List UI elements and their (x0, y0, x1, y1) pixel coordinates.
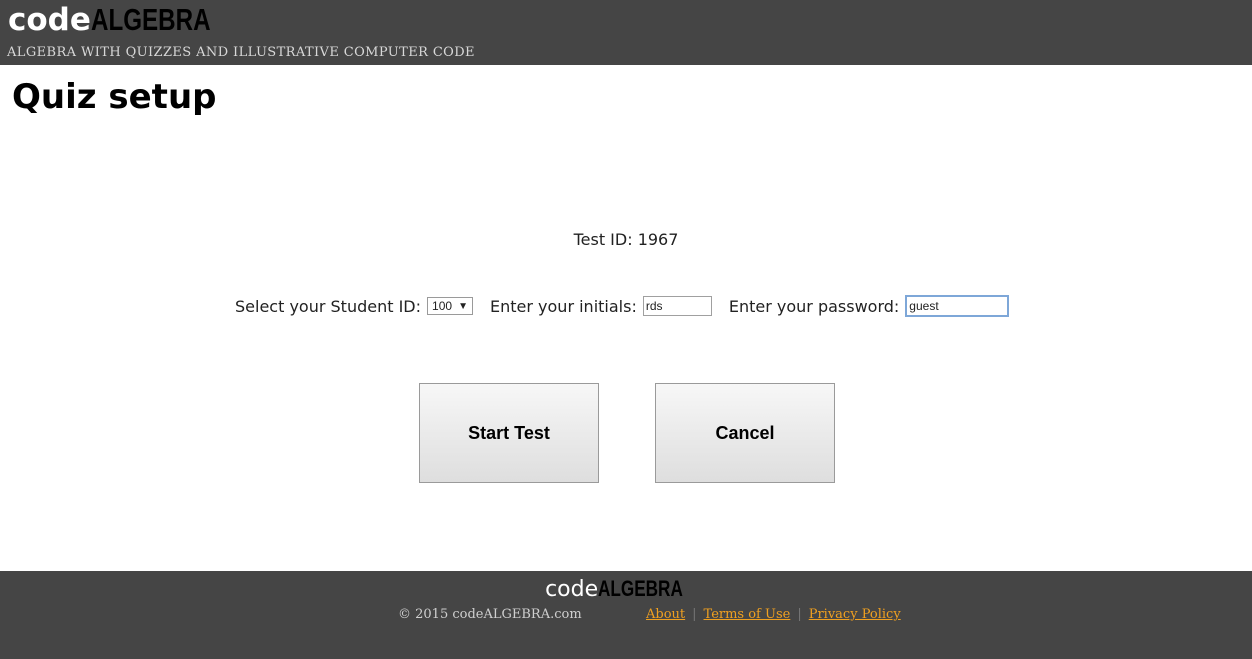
quiz-setup-form: Select your Student ID: 100 ▼ Enter your… (235, 295, 1010, 317)
footer-logo-code-text: code (545, 577, 599, 602)
site-footer: codeALGEBRA © 2015 codeALGEBRA.com About… (0, 571, 1252, 659)
site-logo[interactable]: codeALGEBRA (8, 2, 244, 38)
footer-links: About | Terms of Use | Privacy Policy (646, 607, 901, 622)
footer-link-about[interactable]: About (646, 607, 685, 622)
logo-algebra-text: ALGEBRA (90, 2, 211, 37)
site-header: codeALGEBRA ALGEBRA WITH QUIZZES AND ILL… (0, 0, 1252, 65)
footer-copyright: © 2015 codeALGEBRA.com (398, 607, 582, 622)
password-input[interactable]: guest (905, 295, 1010, 317)
student-id-value: 100 (432, 299, 453, 313)
password-label: Enter your password: (728, 296, 900, 316)
footer-link-terms[interactable]: Terms of Use (704, 607, 791, 622)
initials-input[interactable]: rds (642, 296, 712, 316)
page-title: Quiz setup (12, 77, 217, 117)
footer-logo-algebra-text: ALGEBRA (598, 576, 683, 601)
cancel-button[interactable]: Cancel (655, 383, 835, 483)
link-separator: | (797, 607, 802, 622)
start-test-button[interactable]: Start Test (419, 383, 599, 483)
logo-code-text: code (8, 2, 91, 38)
test-id-text: Test ID: 1967 (573, 230, 679, 249)
footer-link-privacy[interactable]: Privacy Policy (809, 607, 901, 622)
link-separator: | (692, 607, 697, 622)
initials-label: Enter your initials: (490, 296, 637, 316)
dropdown-arrow-icon: ▼ (458, 300, 469, 312)
student-id-label: Select your Student ID: (235, 296, 422, 316)
student-id-select[interactable]: 100 ▼ (427, 297, 474, 315)
site-tagline: ALGEBRA WITH QUIZZES AND ILLUSTRATIVE CO… (7, 45, 475, 60)
footer-logo[interactable]: codeALGEBRA (0, 577, 1252, 602)
